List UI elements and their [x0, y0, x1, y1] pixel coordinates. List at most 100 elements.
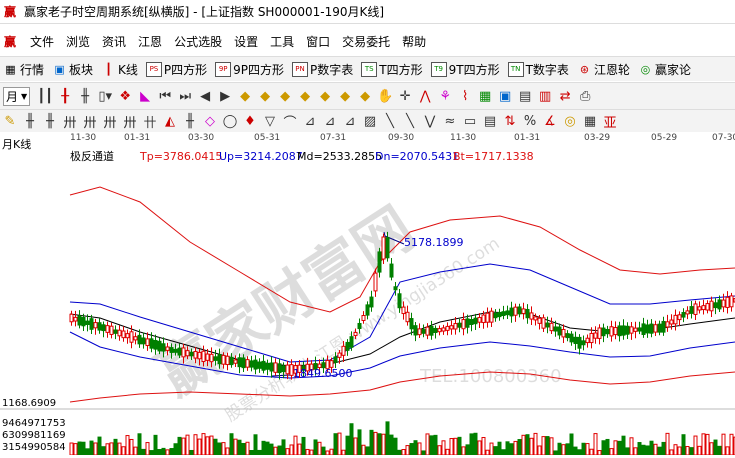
next-icon[interactable]: ▶: [215, 89, 235, 104]
last-icon[interactable]: ⏭: [175, 89, 195, 104]
forum-button[interactable]: ◎ 赢家论: [638, 61, 691, 78]
gann-wheel-button[interactable]: ⊛ 江恩轮: [577, 61, 630, 78]
kline-chart[interactable]: 月K线 11-30 01-31 03-30 05-31 07-31 09-30 11-30 0…: [0, 132, 735, 456]
pin-icon[interactable]: ♦: [240, 114, 260, 129]
ps-icon: PS: [145, 61, 162, 77]
candle-body: [501, 311, 506, 317]
candle-body: [149, 338, 154, 349]
ruler-icon[interactable]: 卅: [60, 112, 80, 131]
temple-icon[interactable]: 亚: [600, 112, 620, 131]
price-number-table-button[interactable]: PN P数字表: [292, 61, 353, 78]
bars2-icon[interactable]: ▤: [480, 114, 500, 129]
monitor-icon[interactable]: ▣: [495, 89, 515, 104]
line2-tool-icon[interactable]: ╲: [400, 114, 420, 129]
diamond-up-icon[interactable]: ◆: [275, 89, 295, 104]
time-9square-button[interactable]: T9 9T四方形: [430, 61, 500, 78]
diamond-fit-icon[interactable]: ◆: [355, 89, 375, 104]
diamond-wide-icon[interactable]: ◆: [315, 89, 335, 104]
expand-icon[interactable]: ❖: [115, 89, 135, 104]
calendar-icon[interactable]: ▦: [475, 89, 495, 104]
diamond-down-icon[interactable]: ◆: [295, 89, 315, 104]
candle-body: [417, 328, 422, 336]
volume-bar: [397, 449, 402, 456]
percent-icon[interactable]: %: [520, 114, 540, 129]
menu-tools[interactable]: 工具: [264, 33, 300, 50]
square-tool-icon[interactable]: ▨: [360, 114, 380, 129]
ruler2-icon[interactable]: 卅: [80, 112, 100, 131]
zigzag-icon[interactable]: ⋀: [415, 89, 435, 104]
fork-icon[interactable]: 卄: [140, 112, 160, 131]
vline2-icon[interactable]: ╫: [40, 114, 60, 129]
triangle-icon[interactable]: ◭: [160, 114, 180, 129]
ruler4-icon[interactable]: 卅: [120, 112, 140, 131]
volume-bar: [493, 446, 498, 456]
flag-icon[interactable]: ◣: [135, 89, 155, 104]
diamond-left-icon[interactable]: ◆: [235, 89, 255, 104]
diamond-right-icon[interactable]: ◆: [255, 89, 275, 104]
price-square-button[interactable]: PS P四方形: [145, 61, 207, 78]
curve-icon[interactable]: ⌇: [455, 89, 475, 104]
volume-bar: [469, 433, 474, 456]
diamond-narrow-icon[interactable]: ◆: [335, 89, 355, 104]
printer-icon[interactable]: ⎙: [575, 89, 595, 104]
arrows-icon[interactable]: ⇅: [500, 114, 520, 129]
menu-formula[interactable]: 公式选股: [168, 33, 228, 50]
bars-icon[interactable]: ╫: [180, 114, 200, 129]
menu-window[interactable]: 窗口: [300, 33, 336, 50]
crosshair-icon[interactable]: ✛: [395, 89, 415, 104]
line-chart-icon[interactable]: ╫: [75, 89, 95, 104]
candle-chart-icon[interactable]: ╂: [55, 89, 75, 104]
candle-body: [245, 359, 250, 368]
indicator-up: Up=3214.2087: [219, 150, 303, 163]
volume-bar: [189, 449, 194, 456]
sector-button[interactable]: ▣ 板块: [52, 61, 93, 78]
coin-icon[interactable]: ◎: [560, 114, 580, 129]
candle-body: [269, 362, 274, 372]
menu-settings[interactable]: 设置: [228, 33, 264, 50]
first-icon[interactable]: ⏮: [155, 89, 175, 104]
zigzag-tool-icon[interactable]: ⋁: [420, 114, 440, 129]
price-9square-button[interactable]: 9P 9P四方形: [215, 61, 284, 78]
fan-icon[interactable]: ⊿: [300, 114, 320, 129]
period-select[interactable]: 月 ▼: [3, 86, 31, 106]
menu-info[interactable]: 资讯: [96, 33, 132, 50]
table-icon[interactable]: ▤: [515, 89, 535, 104]
kline-button[interactable]: ┃ K线: [101, 61, 138, 78]
candle-type-icon[interactable]: ▯▾: [95, 89, 115, 104]
formula-icon[interactable]: ⚘: [435, 89, 455, 104]
indicator-name: 极反通道: [70, 149, 114, 163]
hand-icon[interactable]: ✋: [375, 89, 395, 104]
exchange-icon[interactable]: ⇄: [555, 89, 575, 104]
circle-tool-icon[interactable]: ◯: [220, 114, 240, 129]
fan2-icon[interactable]: ⊿: [320, 114, 340, 129]
volume-bar: [205, 436, 210, 456]
prev-icon[interactable]: ◀: [195, 89, 215, 104]
volume-bar: [381, 433, 386, 456]
pencil-icon[interactable]: ✎: [0, 114, 20, 129]
news-icon[interactable]: ▥: [535, 89, 555, 104]
speed-icon[interactable]: ⊿: [340, 114, 360, 129]
volume-bar: [345, 435, 350, 456]
box-tool-icon[interactable]: ▭: [460, 114, 480, 129]
vline-icon[interactable]: ╫: [20, 114, 40, 129]
grid-tool-icon[interactable]: ▦: [580, 114, 600, 129]
volume-bar: [185, 434, 190, 456]
ruler3-icon[interactable]: 卅: [100, 112, 120, 131]
chart-area[interactable]: 月K线 11-30 01-31 03-30 05-31 07-31 09-30 11-30 0…: [0, 132, 735, 456]
menu-file[interactable]: 文件: [24, 33, 60, 50]
candle-body: [353, 331, 358, 337]
diamond-tool-icon[interactable]: ◇: [200, 114, 220, 129]
bar-chart-icon[interactable]: ┃┃: [35, 89, 55, 104]
time-number-table-button[interactable]: TN T数字表: [507, 61, 569, 78]
menu-trade[interactable]: 交易委托: [336, 33, 396, 50]
menu-help[interactable]: 帮助: [396, 33, 432, 50]
line-tool-icon[interactable]: ╲: [380, 114, 400, 129]
channel-icon[interactable]: ⌒: [280, 112, 300, 131]
menu-gann[interactable]: 江恩: [132, 33, 168, 50]
quotes-button[interactable]: ▦ 行情: [3, 61, 44, 78]
wave-tool-icon[interactable]: ≈: [440, 114, 460, 129]
menu-browse[interactable]: 浏览: [60, 33, 96, 50]
triangle-down-icon[interactable]: ▽: [260, 114, 280, 129]
angle-icon[interactable]: ∡: [540, 114, 560, 129]
time-square-button[interactable]: TS T四方形: [361, 61, 423, 78]
